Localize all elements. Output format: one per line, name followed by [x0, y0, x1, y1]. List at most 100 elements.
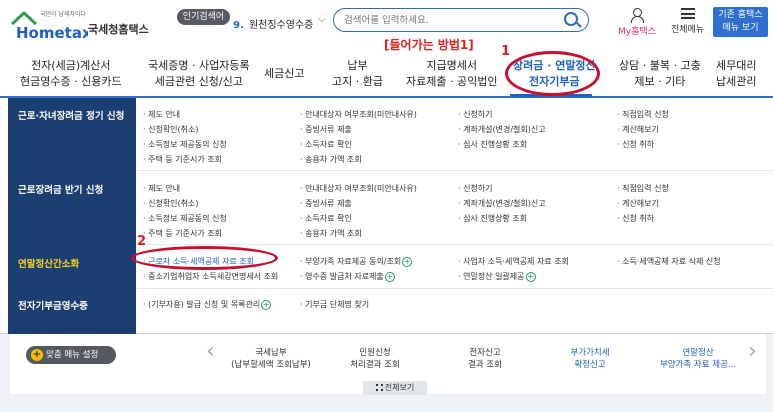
- menu-link-text: · 연말정산 일괄제공: [458, 272, 525, 281]
- nav-line1: 세무대리: [716, 59, 757, 72]
- nav-item-payment[interactable]: 납부 고지 · 환급: [332, 58, 383, 90]
- plus-circle-icon: +: [384, 271, 395, 282]
- menu-link[interactable]: · 신청 취하: [617, 213, 654, 224]
- menu-link[interactable]: · 심사 진행상황 조회: [458, 213, 527, 224]
- nav-item-certificates[interactable]: 국세증명 · 사업자등록 세금관련 신청/신고: [148, 58, 250, 90]
- menu-link[interactable]: · 증빙서류 제출: [300, 198, 352, 209]
- menu-link[interactable]: · 소득자료 확인: [300, 213, 352, 224]
- annotation-step2: 2: [137, 234, 147, 249]
- menu-link[interactable]: · 신청하기: [458, 183, 493, 194]
- menu-link[interactable]: · 제도 안내: [143, 183, 180, 194]
- menu-link[interactable]: · 소득자료 확인: [300, 139, 352, 150]
- menu-link[interactable]: · 계산해보기: [617, 124, 659, 135]
- menu-link[interactable]: · 계좌개설(변경/철회)신고: [458, 124, 546, 135]
- row-title-donation[interactable]: 전자기부금영수증: [18, 298, 88, 312]
- menu-link[interactable]: · 신청 취하: [617, 139, 654, 150]
- menu-link[interactable]: · 소득정보 제공동의 신청: [143, 213, 227, 224]
- menu-link[interactable]: · 증빙서류 제출: [300, 124, 352, 135]
- custom-menu-label: 맞춤 메뉴 설정: [46, 350, 99, 360]
- quick-item-vat[interactable]: 부가가치세 확정신고: [540, 347, 640, 371]
- legacy-menu-line2: 메뉴 보기: [722, 23, 759, 33]
- menu-link[interactable]: · (기부자용) 발급 신청 및 목록관리 +: [143, 299, 272, 310]
- row-title-half[interactable]: 근로장려금 반기 신청: [18, 182, 103, 196]
- menu-link[interactable]: · 계좌개설(변경/철회)신고: [458, 198, 546, 209]
- menu-link[interactable]: · 기부금 단체명 찾기: [300, 299, 369, 310]
- mega-menu: 근로·자녀장려금 정기 신청 · 제도 안내 · 신청확인(취소) · 소득정보…: [0, 98, 773, 334]
- all-menu-button[interactable]: 전체메뉴: [665, 8, 710, 35]
- chevron-right-icon[interactable]: ›: [748, 339, 757, 364]
- quick-item-e-filing[interactable]: 전자신고 결과 조회: [435, 347, 535, 371]
- menu-link[interactable]: · 신청하기: [458, 109, 493, 120]
- grid-icon: [375, 384, 383, 391]
- quick-item-line1: 연말정산: [682, 348, 714, 358]
- menu-link[interactable]: · 영수증 발급처 자료제출 +: [300, 271, 395, 282]
- plus-circle-icon: +: [261, 299, 272, 310]
- menu-link[interactable]: · 소득·세액공제 자료 삭제 신청: [617, 256, 721, 267]
- menu-link[interactable]: · 직접입력 신청: [617, 109, 669, 120]
- menu-link[interactable]: · 소득정보 제공동의 신청: [143, 139, 227, 150]
- menu-link[interactable]: · 주택 등 기준시가 조회: [143, 154, 222, 165]
- menu-link-text: · (기부자용) 발급 신청 및 목록관리: [143, 300, 261, 309]
- nav-line2: 제보 · 기타: [634, 75, 686, 88]
- quick-item-line1: 국세납부: [255, 348, 287, 358]
- quick-item-civil-request[interactable]: 민원신청 처리결과 조회: [325, 347, 425, 371]
- search-input[interactable]: [344, 13, 564, 27]
- menu-link[interactable]: · 송용차 가액 조회: [300, 228, 362, 239]
- nav-line2: 납세관리: [716, 75, 757, 88]
- annotation-title: [들어가는 방법1]: [384, 38, 474, 52]
- nav-line1: 납부: [347, 59, 368, 72]
- menu-link[interactable]: · 중소기업취업자 소득세감면명세서 조회: [143, 271, 278, 282]
- plus-circle-icon: +: [525, 271, 536, 282]
- menu-link[interactable]: · 신청확인(취소): [143, 198, 199, 209]
- row-title-regular[interactable]: 근로·자녀장려금 정기 신청: [18, 108, 124, 122]
- row-title-yearend[interactable]: 연말정산간소화: [18, 256, 79, 270]
- menu-link[interactable]: · 심사 진행상황 조회: [458, 139, 527, 150]
- nav-item-consult[interactable]: 상담 · 불복 · 고충 제보 · 기타: [619, 58, 701, 90]
- quick-menu-bar: + 맞춤 메뉴 설정 ‹ 국세납부 (납부할세액 조회납부) 민원신청 처리결과…: [0, 334, 773, 412]
- chevron-left-icon[interactable]: ‹: [206, 339, 215, 364]
- popular-search-item[interactable]: 9. 원천징수영수증: [233, 16, 313, 31]
- menu-link-text: · 영수증 발급처 자료제출: [300, 272, 384, 281]
- quick-item-line2: (납부할세액 조회납부): [231, 360, 311, 370]
- nav-line1: 세금신고: [264, 67, 305, 80]
- popular-search-badge: 인기검색어: [177, 9, 230, 25]
- myhome-button[interactable]: My홈택스: [617, 8, 657, 37]
- menu-link[interactable]: · 부양가족 자료제공 동의/조회 +: [300, 256, 413, 267]
- quick-item-yearend[interactable]: 연말정산 부양가족 자료 제공...: [648, 347, 748, 371]
- hamburger-icon: [680, 8, 695, 19]
- menu-link[interactable]: · 직접입력 신청: [617, 183, 669, 194]
- nav-line2: 현금영수증 · 신용카드: [20, 75, 122, 88]
- menu-link[interactable]: · 연말정산 일괄제공 +: [458, 271, 536, 282]
- legacy-menu-button[interactable]: 기존 홈택스 메뉴 보기: [713, 7, 768, 37]
- search-icon[interactable]: [564, 12, 578, 26]
- row-divider: [136, 244, 773, 245]
- menu-link[interactable]: · 송용차 가액 조회: [300, 154, 362, 165]
- chevron-down-icon[interactable]: ⌵: [318, 14, 326, 25]
- nav-item-tax-report[interactable]: 세금신고: [264, 66, 304, 82]
- row-divider: [136, 170, 773, 171]
- quick-item-line1: 전자신고: [469, 348, 501, 358]
- quick-item-line2: 부양가족 자료 제공...: [659, 360, 737, 370]
- plus-icon: +: [31, 349, 43, 361]
- myhome-label: My홈택스: [618, 27, 656, 37]
- quick-item-line1: 부가가치세: [570, 348, 610, 358]
- menu-link[interactable]: · 신청확인(취소): [143, 124, 199, 135]
- custom-menu-button[interactable]: + 맞춤 메뉴 설정: [26, 346, 116, 364]
- full-view-button[interactable]: 전체보기: [363, 381, 427, 395]
- menu-link[interactable]: · 주택 등 기준시가 조회: [143, 228, 222, 239]
- nav-item-statements[interactable]: 지급명세서 자료제출 · 공익법인: [406, 58, 497, 90]
- nav-item-einvoice[interactable]: 전자(세금)계산서 현금영수증 · 신용카드: [20, 58, 122, 90]
- hometax-logo[interactable]: Hometax 국민이 납세자이다 국세청홈택스: [10, 8, 160, 42]
- popular-search-text: 원천징수영수증: [248, 20, 314, 31]
- quick-item-line1: 민원신청: [359, 348, 391, 358]
- nav-item-tax-agent[interactable]: 세무대리 납세관리: [716, 58, 756, 90]
- menu-link[interactable]: · 제도 안내: [143, 109, 180, 120]
- menu-link[interactable]: · 안내대상자 여부조회(미안내사유): [300, 183, 417, 194]
- quick-item-tax-payment[interactable]: 국세납부 (납부할세액 조회납부): [221, 347, 321, 371]
- menu-link[interactable]: · 안내대상자 여부조회(미안내사유): [300, 109, 417, 120]
- quick-item-line2: 확정신고: [574, 360, 606, 370]
- logo-wordmark: Hometax: [16, 24, 88, 42]
- menu-link[interactable]: · 계산해보기: [617, 198, 659, 209]
- menu-link[interactable]: · 사업자 소득·세액공제 자료 조회: [458, 256, 569, 267]
- plus-circle-icon: +: [402, 256, 413, 267]
